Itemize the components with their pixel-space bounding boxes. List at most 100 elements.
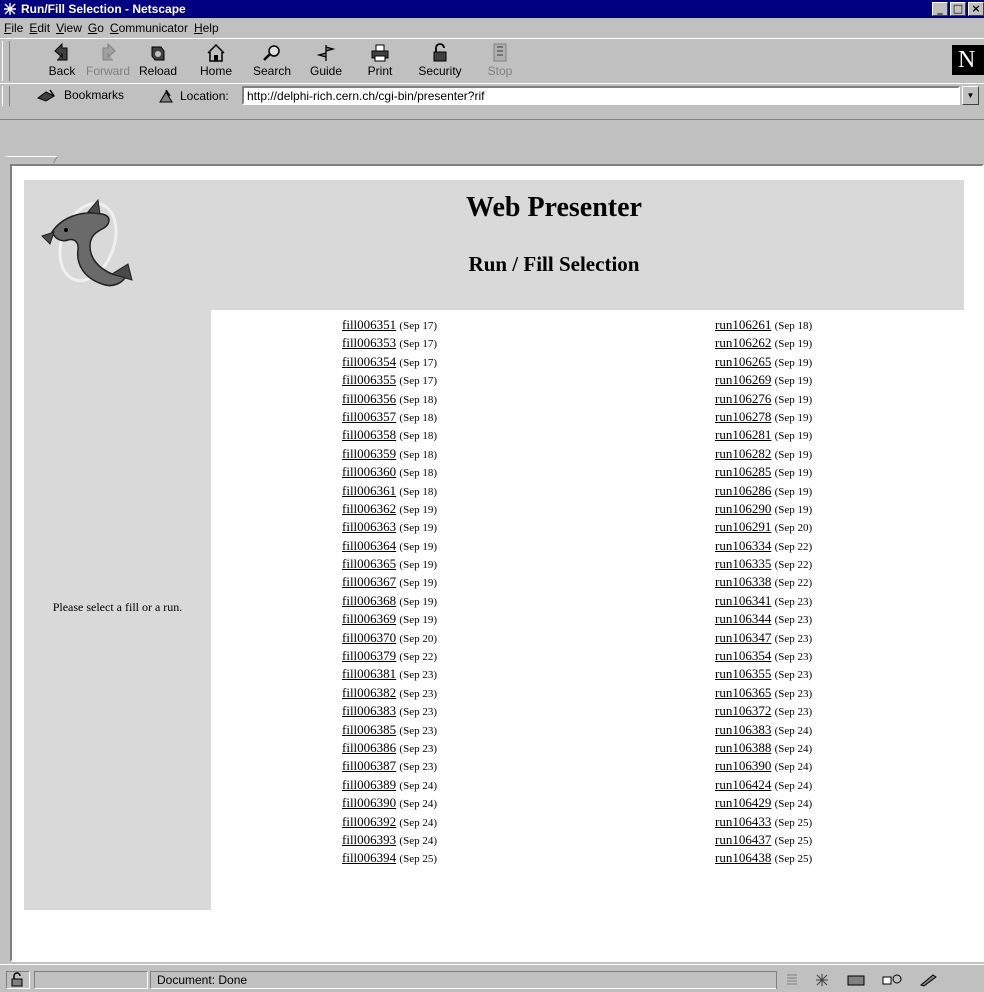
run-link[interactable]: run106365: [715, 685, 771, 700]
run-link[interactable]: run106262: [715, 335, 771, 350]
run-link[interactable]: run106433: [715, 814, 771, 829]
fill-link[interactable]: fill006387: [342, 758, 396, 773]
fill-link[interactable]: fill006389: [342, 777, 396, 792]
security-status[interactable]: [6, 971, 30, 989]
run-link[interactable]: run106269: [715, 372, 771, 387]
menu-help[interactable]: Help: [194, 21, 225, 35]
run-list-item: run106278 (Sep 19): [715, 408, 812, 426]
run-link[interactable]: run106335: [715, 556, 771, 571]
fill-link[interactable]: fill006386: [342, 740, 396, 755]
fill-link[interactable]: fill006382: [342, 685, 396, 700]
fill-link[interactable]: fill006361: [342, 483, 396, 498]
fill-link[interactable]: fill006363: [342, 519, 396, 534]
stop-button[interactable]: Stop: [474, 43, 526, 81]
fill-link[interactable]: fill006359: [342, 446, 396, 461]
run-link[interactable]: run106390: [715, 758, 771, 773]
fill-link[interactable]: fill006394: [342, 850, 396, 865]
run-link[interactable]: run106281: [715, 427, 771, 442]
fill-link[interactable]: fill006390: [342, 795, 396, 810]
fill-link[interactable]: fill006369: [342, 611, 396, 626]
run-date: (Sep 23): [774, 632, 813, 645]
fill-link[interactable]: fill006385: [342, 722, 396, 737]
fill-list-item: fill006355 (Sep 17): [342, 371, 437, 389]
fill-link[interactable]: fill006365: [342, 556, 396, 571]
security-button[interactable]: Security: [414, 43, 466, 81]
fill-link[interactable]: fill006383: [342, 703, 396, 718]
bookmarks-button[interactable]: Bookmarks: [36, 88, 124, 102]
fill-link[interactable]: fill006355: [342, 372, 396, 387]
run-link[interactable]: run106261: [715, 317, 771, 332]
run-list-item: run106291 (Sep 20): [715, 518, 812, 536]
run-link[interactable]: run106285: [715, 464, 771, 479]
fill-link[interactable]: fill006370: [342, 630, 396, 645]
print-button[interactable]: Print: [354, 43, 406, 81]
fill-link[interactable]: fill006368: [342, 593, 396, 608]
fill-link[interactable]: fill006364: [342, 538, 396, 553]
navigator-icon[interactable]: [813, 973, 831, 987]
guide-button[interactable]: Guide: [300, 43, 352, 81]
back-button[interactable]: Back: [36, 43, 88, 81]
run-link[interactable]: run106286: [715, 483, 771, 498]
location-dropdown-button[interactable]: ▼: [962, 86, 979, 105]
run-link[interactable]: run106355: [715, 666, 771, 681]
run-link[interactable]: run106291: [715, 519, 771, 534]
run-link[interactable]: run106347: [715, 630, 771, 645]
mail-icon[interactable]: [845, 973, 867, 987]
maximize-button[interactable]: □: [950, 2, 966, 16]
run-link[interactable]: run106354: [715, 648, 771, 663]
fill-link[interactable]: fill006393: [342, 832, 396, 847]
fill-link[interactable]: fill006358: [342, 427, 396, 442]
run-link[interactable]: run106344: [715, 611, 771, 626]
menu-view[interactable]: View: [56, 21, 88, 35]
menu-communicator[interactable]: Communicator: [110, 21, 194, 35]
fill-link[interactable]: fill006367: [342, 574, 396, 589]
component-bar-grip-icon[interactable]: [785, 973, 799, 987]
fill-link[interactable]: fill006357: [342, 409, 396, 424]
home-button[interactable]: Home: [190, 43, 242, 81]
fill-link[interactable]: fill006351: [342, 317, 396, 332]
run-link[interactable]: run106282: [715, 446, 771, 461]
search-button[interactable]: Search: [246, 43, 298, 81]
run-link[interactable]: run106437: [715, 832, 771, 847]
run-link[interactable]: run106383: [715, 722, 771, 737]
close-button[interactable]: ×: [968, 2, 984, 16]
forward-button[interactable]: Forward: [82, 43, 134, 81]
run-link[interactable]: run106388: [715, 740, 771, 755]
fill-link[interactable]: fill006360: [342, 464, 396, 479]
menu-go[interactable]: Go: [88, 21, 110, 35]
print-label: Print: [367, 64, 393, 78]
minimize-button[interactable]: _: [932, 2, 948, 16]
location-input[interactable]: [242, 86, 960, 105]
menu-file[interactable]: File: [4, 21, 29, 35]
run-link[interactable]: run106438: [715, 850, 771, 865]
run-link[interactable]: run106290: [715, 501, 771, 516]
toolbar-collapse-tab[interactable]: [1, 156, 59, 163]
toolbar-grip[interactable]: [2, 86, 10, 106]
reload-button[interactable]: Reload: [132, 43, 184, 81]
fill-list-item: fill006354 (Sep 17): [342, 353, 437, 371]
fill-link[interactable]: fill006356: [342, 391, 396, 406]
netscape-app-icon[interactable]: [2, 2, 18, 16]
run-link[interactable]: run106341: [715, 593, 771, 608]
menu-edit[interactable]: Edit: [29, 21, 56, 35]
netscape-logo[interactable]: N: [952, 45, 984, 75]
run-link[interactable]: run106276: [715, 391, 771, 406]
run-link[interactable]: run106265: [715, 354, 771, 369]
fill-link[interactable]: fill006381: [342, 666, 396, 681]
run-link[interactable]: run106278: [715, 409, 771, 424]
run-link[interactable]: run106334: [715, 538, 771, 553]
fill-link[interactable]: fill006353: [342, 335, 396, 350]
window-titlebar: Run/Fill Selection - Netscape _ □ ×: [0, 0, 984, 18]
run-link[interactable]: run106429: [715, 795, 771, 810]
fill-link[interactable]: fill006379: [342, 648, 396, 663]
composer-icon[interactable]: [917, 973, 939, 987]
run-link[interactable]: run106372: [715, 703, 771, 718]
page-proxy-icon[interactable]: [158, 88, 176, 104]
fill-link[interactable]: fill006354: [342, 354, 396, 369]
toolbar-grip[interactable]: [2, 41, 10, 81]
fill-link[interactable]: fill006392: [342, 814, 396, 829]
discussions-icon[interactable]: [881, 973, 903, 987]
fill-link[interactable]: fill006362: [342, 501, 396, 516]
run-link[interactable]: run106424: [715, 777, 771, 792]
run-link[interactable]: run106338: [715, 574, 771, 589]
